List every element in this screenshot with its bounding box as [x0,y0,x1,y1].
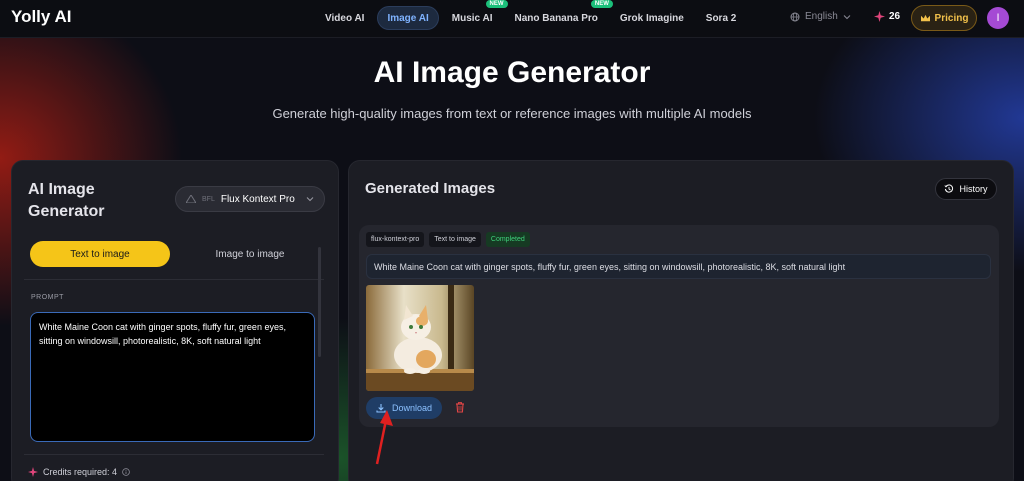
nav-label: Music AI [451,12,493,24]
tab-image-to-image[interactable]: Image to image [180,241,320,267]
annotation-arrow-icon [375,410,393,465]
language-label: English [805,11,838,22]
model-provider: BFL [202,195,215,203]
app-logo[interactable]: Yolly AI [11,7,71,27]
nav-label: Grok Imagine [619,12,684,24]
prompt-input[interactable]: White Maine Coon cat with ginger spots, … [30,312,315,442]
nav-label: Sora 2 [705,12,737,24]
results-title: Generated Images [365,180,496,197]
globe-icon [790,12,800,21]
nav-music-ai[interactable]: Music AI NEW [443,0,508,30]
panel-scrollbar[interactable] [318,247,321,357]
result-prompt: White Maine Coon cat with ginger spots, … [366,254,991,279]
cat-image [366,285,474,391]
history-label: History [959,184,988,194]
divider [24,279,324,280]
chevron-down-icon [843,14,851,19]
credits-required-label: Credits required: 4 [43,467,118,477]
avatar[interactable]: I [987,7,1009,29]
status-badge: Completed [485,232,530,247]
pricing-label: Pricing [934,12,969,24]
nav-label: Video AI [325,12,365,24]
sparkle-icon [874,11,885,22]
prompt-label: PROMPT [31,294,64,301]
nav-video-ai[interactable]: Video AI [316,6,373,30]
new-badge: NEW [590,0,613,8]
history-icon [944,184,954,193]
crown-icon [920,14,930,21]
mode-tabs: Text to image Image to image [30,241,330,267]
credits-required: Credits required: 4 [28,467,130,477]
tab-text-to-image[interactable]: Text to image [30,241,170,267]
page-title: AI Image Generator [373,56,651,89]
model-tag: flux-kontext-pro [366,232,425,247]
download-label: Download [391,403,433,413]
main-nav: Video AI Image AI Music AI NEW Nano Banan… [316,0,749,30]
new-badge: NEW [485,0,508,8]
top-navbar: Yolly AI Video AI Image AI Music AI NEW N… [0,0,1024,38]
results-panel: Generated Images History flux-kontext-pr… [348,160,1014,481]
generator-title: AI Image Generator [28,181,105,220]
info-icon[interactable] [122,468,130,476]
nav-grok-imagine[interactable]: Grok Imagine [611,6,693,30]
model-name: Flux Kontext Pro [220,193,295,205]
nav-nano-banana-pro[interactable]: Nano Banana Pro NEW [506,0,613,30]
nav-sora-2[interactable]: Sora 2 [697,6,746,30]
nav-label: Image AI [387,12,429,24]
sparkle-icon [28,467,38,477]
nav-label: Nano Banana Pro [514,12,598,24]
mode-tag: Text to image [429,232,481,247]
pricing-button[interactable]: Pricing [911,5,977,31]
nav-image-ai[interactable]: Image AI [377,6,439,30]
credits-balance[interactable]: 26 [874,11,900,22]
trash-icon[interactable] [454,401,466,413]
credits-count: 26 [889,11,901,22]
history-button[interactable]: History [935,178,997,200]
result-card: flux-kontext-pro Text to image Completed… [359,225,999,427]
model-logo-icon [186,195,196,203]
generated-image[interactable] [366,285,474,391]
model-selector[interactable]: BFL Flux Kontext Pro [175,186,325,212]
chevron-down-icon [306,197,314,202]
language-selector[interactable]: English [790,11,851,22]
result-tags: flux-kontext-pro Text to image Completed [366,232,530,247]
divider [24,454,324,455]
page-subtitle: Generate high-quality images from text o… [272,106,752,121]
generator-panel: AI Image Generator BFL Flux Kontext Pro … [11,160,339,481]
